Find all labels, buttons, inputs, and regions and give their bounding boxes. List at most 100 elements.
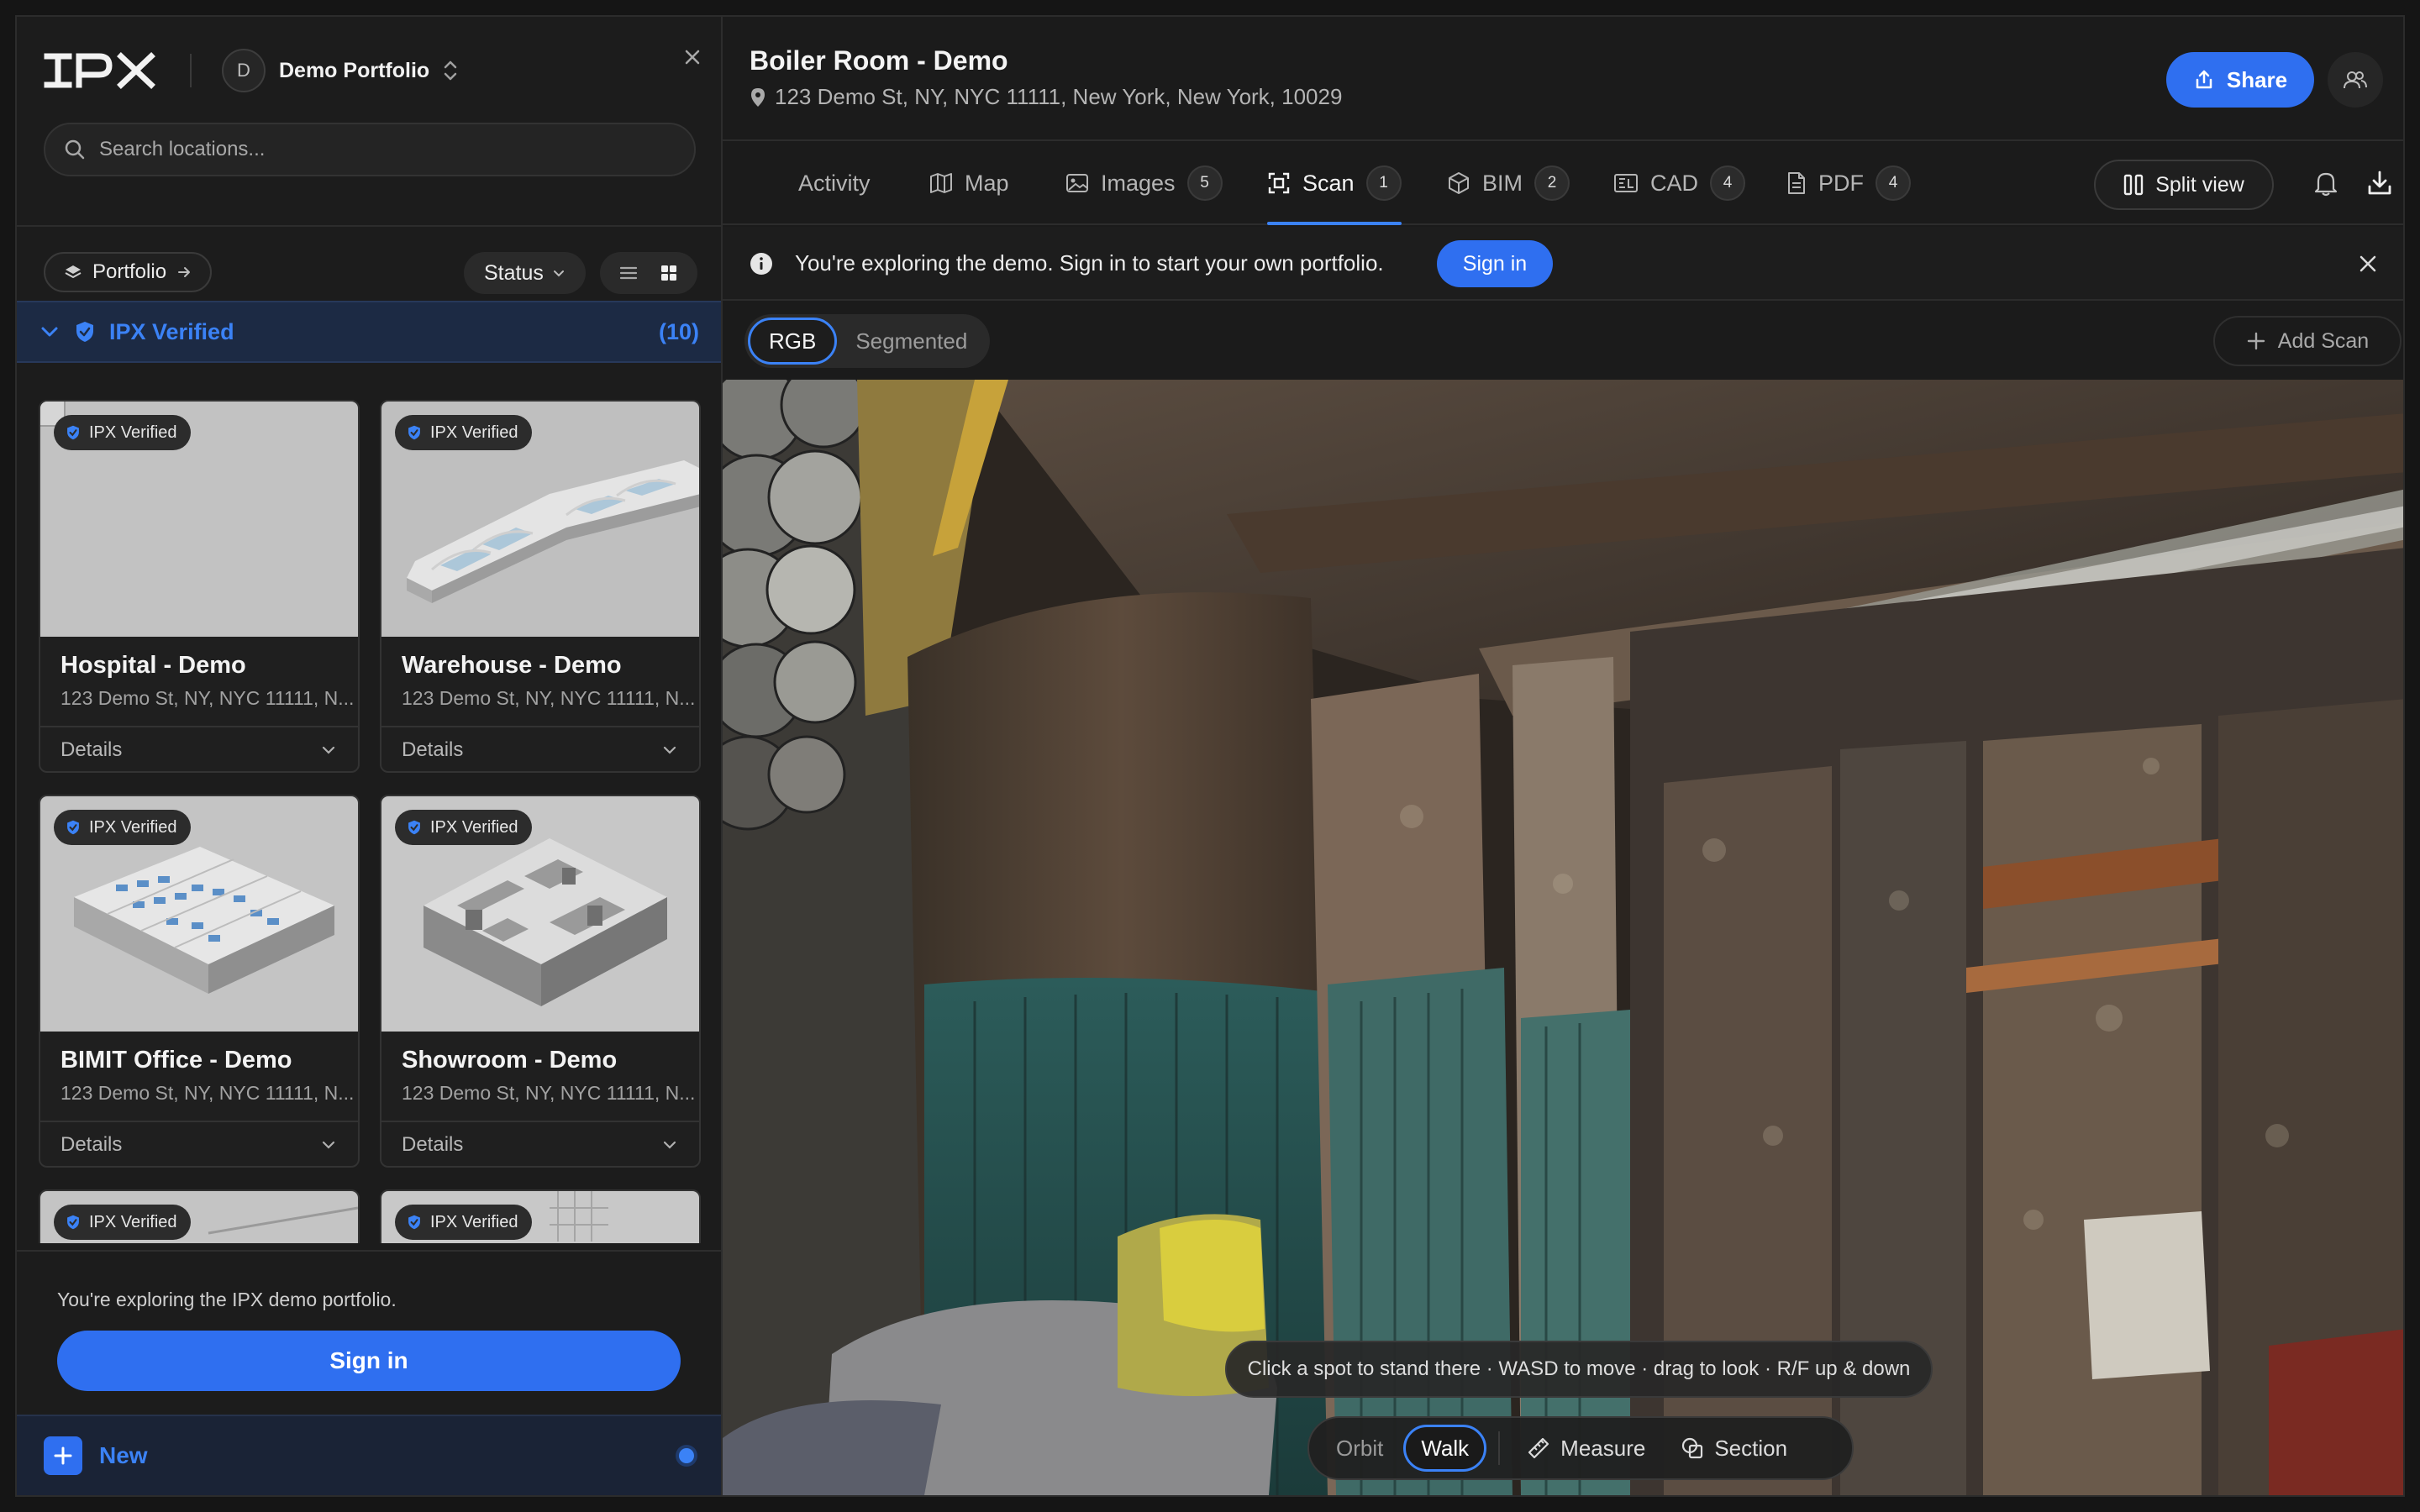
close-icon [2360, 255, 2376, 272]
search-input[interactable] [99, 138, 671, 161]
view-tabs: Activity Map Images 5 Scan 1 BIM 2 CAD 4… [723, 143, 2403, 225]
tab-label: BIM [1482, 170, 1523, 196]
download-button[interactable] [2358, 161, 2402, 205]
shield-check-icon [408, 820, 420, 835]
details-label: Details [402, 1133, 464, 1156]
details-label: Details [60, 1133, 123, 1156]
add-scan-label: Add Scan [2277, 328, 2370, 353]
ipx-logo[interactable] [44, 52, 158, 89]
chevron-up-down-icon [444, 60, 457, 81]
location-title: Showroom - Demo [402, 1047, 618, 1074]
cad-icon [1614, 174, 1638, 192]
tab-label: Scan [1302, 170, 1355, 196]
location-title: BIMIT Office - Demo [60, 1047, 292, 1074]
demo-banner: You're exploring the demo. Sign in to st… [723, 227, 2403, 301]
details-toggle[interactable]: Details [402, 1131, 679, 1159]
location-card-warehouse[interactable]: IPX Verified Warehouse - Demo 123 Demo S… [380, 400, 701, 773]
location-title: Hospital - Demo [60, 652, 246, 679]
tab-count: 1 [1365, 165, 1402, 201]
location-card[interactable]: IPX Verified [39, 1189, 360, 1243]
collaborators-button[interactable] [2328, 52, 2383, 108]
measure-label: Measure [1560, 1435, 1646, 1461]
location-address: 123 Demo St, NY, NYC 11111, N... [60, 1082, 355, 1104]
close-icon [685, 50, 700, 65]
orbit-mode-button[interactable]: Orbit [1321, 1425, 1398, 1472]
new-button[interactable]: New [17, 1415, 721, 1495]
header-divider [190, 54, 192, 87]
details-label: Details [402, 738, 464, 761]
signin-prompt-text: You're exploring the IPX demo portfolio. [57, 1289, 397, 1310]
arrow-right-icon [178, 267, 191, 277]
tab-scan[interactable]: Scan 1 [1267, 143, 1402, 225]
grid-view-button[interactable] [652, 256, 686, 290]
sidebar-filters: Portfolio Status [17, 228, 721, 309]
shield-check-icon [76, 322, 93, 342]
page-title: Boiler Room - Demo [750, 45, 1008, 76]
grid-icon [661, 265, 676, 281]
tab-count: 4 [1876, 165, 1911, 201]
tab-label: Images [1101, 170, 1176, 196]
view-toggle [600, 252, 697, 294]
shield-check-icon [408, 1215, 420, 1230]
split-view-label: Split view [2155, 172, 2244, 197]
shield-check-icon [408, 425, 420, 440]
bell-icon [2314, 172, 2338, 197]
tab-images[interactable]: Images 5 [1065, 143, 1223, 223]
point-cloud-scene[interactable] [723, 380, 2405, 1495]
close-sidebar-button[interactable] [677, 42, 708, 72]
location-card-showroom[interactable]: IPX Verified Showroom - Demo 123 Demo St… [380, 795, 701, 1168]
split-view-button[interactable]: Split view [2094, 160, 2274, 210]
tab-activity[interactable]: Activity [798, 143, 871, 223]
card-divider [381, 726, 699, 727]
rgb-mode-button[interactable]: RGB [748, 318, 838, 365]
close-banner-button[interactable] [2346, 242, 2390, 286]
shield-check-icon [67, 1215, 79, 1230]
search-bar[interactable] [44, 123, 696, 176]
plus-icon [2247, 332, 2265, 350]
walk-mode-button[interactable]: Walk [1403, 1425, 1487, 1472]
location-address: 123 Demo St, NY, NYC 11111, N... [60, 687, 355, 709]
plus-icon [44, 1436, 82, 1475]
tab-map[interactable]: Map [929, 143, 1009, 223]
location-card-hospital[interactable]: IPX Verified Hospital - Demo 123 Demo St… [39, 400, 360, 773]
list-view-button[interactable] [612, 256, 645, 290]
card-divider [40, 726, 358, 727]
details-toggle[interactable]: Details [60, 1131, 338, 1159]
columns-icon [2124, 174, 2144, 196]
status-filter-button[interactable]: Status [464, 252, 586, 294]
portfolio-button[interactable]: Portfolio [44, 252, 213, 292]
banner-signin-button[interactable]: Sign in [1437, 240, 1553, 287]
portfolio-button-label: Portfolio [92, 260, 167, 283]
group-header-ipx-verified[interactable]: IPX Verified (10) [17, 301, 721, 363]
tab-cad[interactable]: CAD 4 [1613, 143, 1746, 223]
segmented-mode-button[interactable]: Segmented [837, 318, 986, 365]
measure-tool-button[interactable]: Measure [1512, 1425, 1660, 1472]
location-card-bimit-office[interactable]: IPX Verified BIMIT Office - Demo 123 Dem… [39, 795, 360, 1168]
chevron-down-icon [663, 1141, 676, 1149]
tab-label: Activity [798, 170, 871, 196]
share-button[interactable]: Share [2166, 52, 2314, 108]
ruler-icon [1528, 1437, 1549, 1459]
location-card[interactable]: IPX Verified [380, 1189, 701, 1243]
sidebar: D Demo Portfolio Portfolio Status [17, 17, 723, 1495]
search-icon [65, 139, 85, 160]
chevron-down-icon [322, 1141, 335, 1149]
image-icon [1066, 174, 1088, 192]
group-count: (10) [658, 318, 699, 344]
verified-badge-label: IPX Verified [430, 1212, 518, 1231]
users-icon [2344, 71, 2367, 89]
tab-pdf[interactable]: PDF 4 [1786, 143, 1911, 223]
notifications-button[interactable] [2304, 161, 2348, 205]
cube-icon [1449, 172, 1469, 194]
tab-bim[interactable]: BIM 2 [1447, 143, 1570, 223]
tab-label: CAD [1650, 170, 1699, 196]
details-toggle[interactable]: Details [60, 736, 338, 764]
section-tool-button[interactable]: Section [1665, 1425, 1802, 1472]
tab-count: 5 [1186, 165, 1223, 201]
point-cloud-viewer[interactable]: Click a spot to stand there · WASD to mo… [723, 380, 2405, 1495]
details-toggle[interactable]: Details [402, 736, 679, 764]
portfolio-switcher[interactable]: D Demo Portfolio [222, 47, 458, 94]
add-scan-button[interactable]: Add Scan [2213, 316, 2402, 366]
status-dot [679, 1448, 694, 1463]
sidebar-signin-button[interactable]: Sign in [57, 1331, 681, 1391]
